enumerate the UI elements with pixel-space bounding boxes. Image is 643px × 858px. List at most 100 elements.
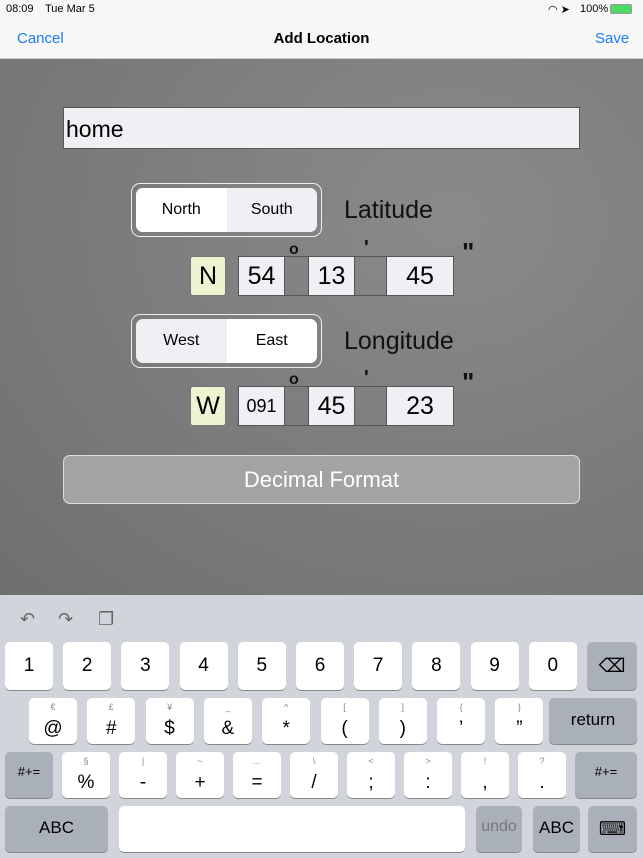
key-7[interactable]: 7: [354, 642, 403, 690]
symbols-shift-key[interactable]: #+=: [575, 752, 637, 798]
return-key[interactable]: return: [549, 698, 637, 744]
key-alt-label: ^: [284, 702, 289, 712]
key-label: undo: [481, 818, 517, 835]
key-symbol[interactable]: - |: [119, 752, 167, 798]
latitude-hemisphere-button[interactable]: N: [190, 256, 226, 296]
key-label: #: [106, 718, 117, 739]
key-symbol[interactable]: =…: [233, 752, 281, 798]
key-alt-label: £: [108, 702, 114, 712]
key-symbol[interactable]: % §: [62, 752, 110, 798]
key-alt-label: …: [252, 756, 262, 766]
key-label: ): [399, 718, 406, 739]
key-9[interactable]: 9: [470, 642, 519, 690]
wifi-icon: ◠ ➤: [548, 4, 570, 16]
segment-east[interactable]: East: [226, 319, 317, 363]
key-label: +: [194, 772, 206, 793]
key-2[interactable]: 2: [63, 642, 112, 690]
key-label: ABC: [539, 818, 574, 837]
separator: [284, 256, 309, 296]
key-label: (: [341, 718, 348, 739]
longitude-hemisphere-button[interactable]: W: [190, 386, 226, 426]
key-label: 6: [314, 655, 326, 676]
key-alt-label: \: [312, 756, 316, 766]
abc-key[interactable]: ABC: [533, 806, 580, 852]
key-label: &: [221, 718, 235, 739]
key-symbol[interactable]: : >: [404, 752, 452, 798]
key-label: ’: [458, 718, 464, 739]
key-symbol[interactable]: ”}: [495, 698, 544, 744]
key-symbol[interactable]: ([: [320, 698, 369, 744]
key-symbol[interactable]: * ^: [262, 698, 311, 744]
undo-key[interactable]: undo: [476, 806, 522, 852]
key-label: $: [164, 718, 175, 739]
key-symbol[interactable]: & _: [203, 698, 252, 744]
key-symbol[interactable]: ’{: [437, 698, 486, 744]
key-label: 8: [431, 655, 442, 676]
key-alt-label: ]: [401, 702, 405, 712]
key-symbol[interactable]: / \: [290, 752, 338, 798]
key-label: 3: [140, 655, 151, 676]
key-alt-label: }: [517, 702, 521, 712]
key-label: 2: [81, 655, 93, 676]
segment-north[interactable]: North: [136, 188, 227, 232]
minute-mark: ': [364, 367, 369, 389]
decimal-format-button[interactable]: Decimal Format: [63, 455, 580, 504]
status-bar: 08:09 Tue Mar 5 ◠ ➤ 100%: [0, 0, 643, 18]
key-symbol[interactable]: ,!: [461, 752, 509, 798]
latitude-minutes-field[interactable]: 13: [308, 256, 355, 296]
key-alt-label: ¥: [167, 702, 173, 712]
key-symbol[interactable]: @ €: [29, 698, 77, 744]
symbols-shift-key[interactable]: #+=: [5, 752, 53, 798]
key-4[interactable]: 4: [179, 642, 228, 690]
page-title: Add Location: [273, 30, 370, 47]
redo-icon[interactable]: ↷: [58, 609, 73, 630]
longitude-segmented-control: West East: [131, 314, 322, 368]
degree-mark: o: [289, 241, 299, 258]
key-6[interactable]: 6: [296, 642, 344, 690]
second-mark: ": [462, 237, 475, 267]
dismiss-keyboard-icon[interactable]: ⌨: [588, 806, 637, 852]
longitude-degrees-field[interactable]: 091: [238, 386, 285, 426]
second-mark: ": [462, 367, 475, 397]
backspace-key[interactable]: ⌫: [587, 642, 637, 690]
abc-key[interactable]: ABC: [5, 806, 108, 852]
key-symbol[interactable]: $ ¥: [145, 698, 194, 744]
segment-south[interactable]: South: [227, 188, 318, 232]
longitude-minutes-field[interactable]: 45: [308, 386, 355, 426]
key-alt-label: {: [459, 702, 463, 712]
key-label: ⌨: [598, 819, 627, 840]
keyboard: ↶ ↷ ❐ 1 2 3 4 5 6 7 8 9 0 ⌫ @ € # £ $ ¥ & _ * ^([)]’{”} retur…: [0, 595, 643, 858]
paste-icon[interactable]: ❐: [98, 609, 114, 630]
undo-icon[interactable]: ↶: [20, 609, 35, 630]
key-label: :: [425, 772, 431, 793]
key-label: ;: [368, 772, 374, 793]
key-label: return: [570, 710, 616, 729]
key-label: @: [43, 718, 63, 739]
navigation-bar: Cancel Add Location Save: [0, 18, 643, 59]
save-button[interactable]: Save: [595, 30, 629, 47]
key-alt-label: §: [83, 756, 89, 766]
space-key[interactable]: [119, 806, 465, 852]
key-symbol[interactable]: # £: [87, 698, 136, 744]
key-8[interactable]: 8: [412, 642, 461, 690]
key-symbol[interactable]: ; <: [347, 752, 395, 798]
longitude-seconds-field[interactable]: 23: [386, 386, 454, 426]
key-5[interactable]: 5: [237, 642, 286, 690]
key-alt-label: ?: [539, 756, 545, 766]
key-label: ABC: [39, 818, 74, 837]
key-1[interactable]: 1: [5, 642, 53, 690]
location-name-input[interactable]: home: [63, 107, 580, 149]
key-symbol[interactable]: + ~: [176, 752, 224, 798]
key-label: ⌫: [598, 656, 626, 677]
latitude-segmented-control: North South: [131, 183, 322, 237]
key-alt-label: €: [50, 702, 56, 712]
key-3[interactable]: 3: [121, 642, 170, 690]
segment-west[interactable]: West: [136, 319, 227, 363]
key-alt-label: ~: [197, 756, 203, 766]
latitude-degrees-field[interactable]: 54: [238, 256, 285, 296]
latitude-seconds-field[interactable]: 45: [386, 256, 454, 296]
key-symbol[interactable]: )]: [378, 698, 427, 744]
key-symbol[interactable]: .?: [518, 752, 566, 798]
key-0[interactable]: 0: [528, 642, 577, 690]
key-label: 7: [372, 655, 384, 676]
